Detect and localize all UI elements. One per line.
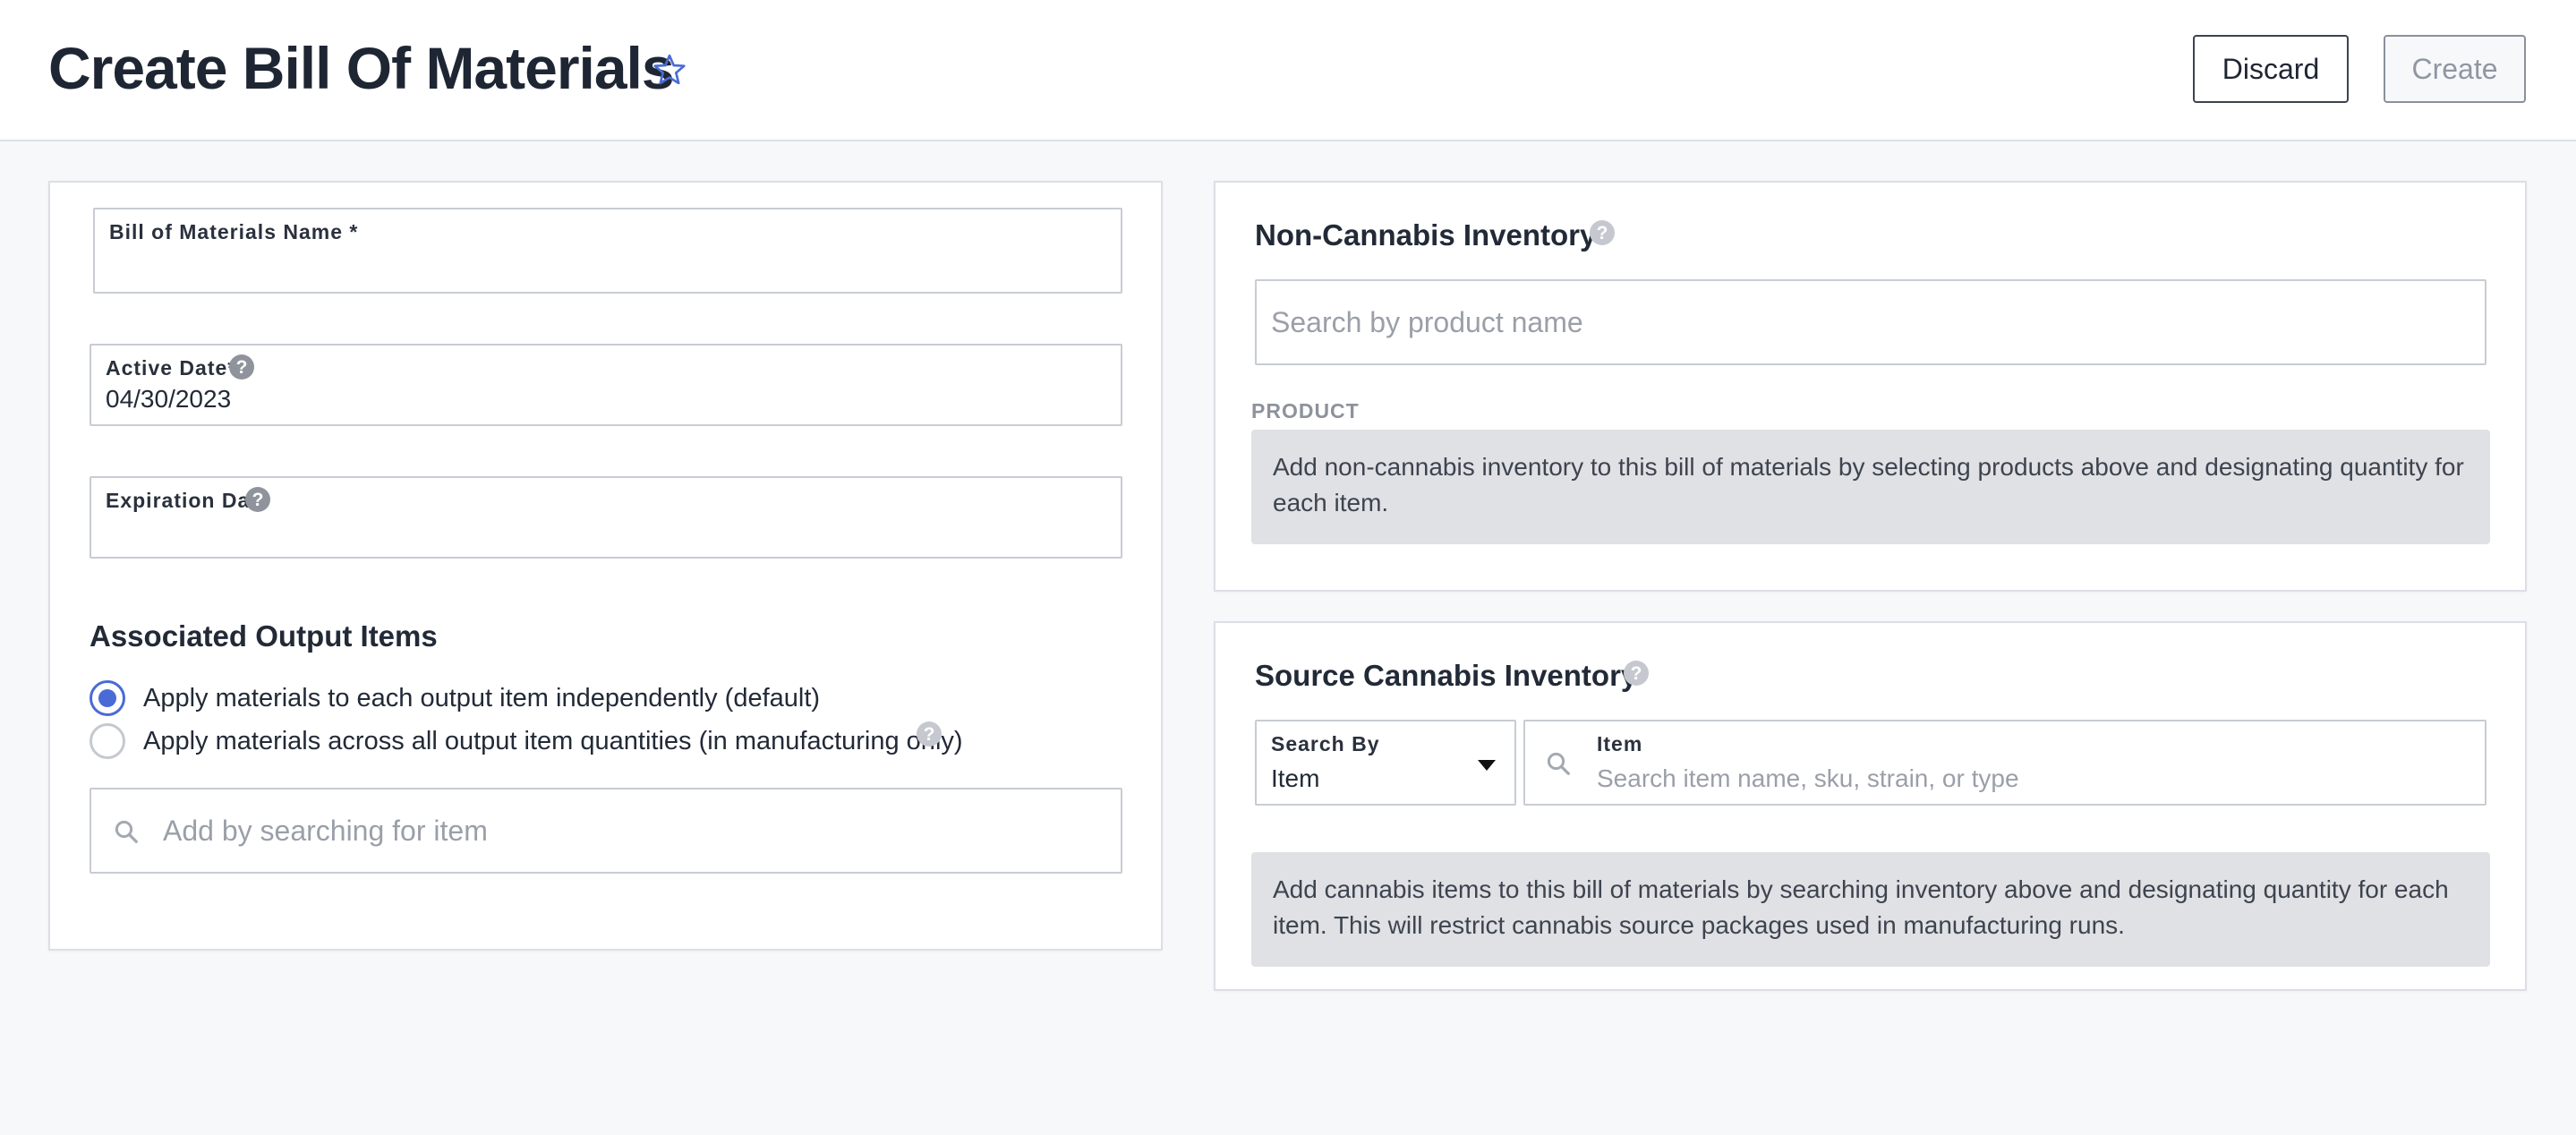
product-search-placeholder: Search by product name [1271, 306, 1583, 338]
active-date-label: Active Date* [106, 356, 237, 380]
page-title: Create Bill Of Materials [48, 35, 675, 101]
help-icon[interactable]: ? [245, 487, 270, 512]
help-icon[interactable]: ? [1590, 220, 1615, 245]
search-by-select[interactable]: Search By Item [1255, 720, 1516, 806]
help-icon[interactable]: ? [229, 354, 254, 380]
help-icon[interactable]: ? [917, 721, 942, 747]
bom-name-field[interactable]: Bill of Materials Name * [93, 208, 1122, 294]
caret-down-icon [1478, 760, 1496, 771]
source-cannabis-empty-message: Add cannabis items to this bill of mater… [1251, 852, 2490, 967]
non-cannabis-title: Non-Cannabis Inventory [1255, 218, 1597, 252]
item-search-placeholder: Search item name, sku, strain, or type [1597, 764, 2019, 792]
item-field-label: Item [1597, 732, 1643, 755]
radio-apply-across-all[interactable] [90, 723, 125, 759]
radio-apply-independently-label[interactable]: Apply materials to each output item inde… [143, 684, 820, 713]
search-by-value: Item [1271, 764, 1320, 792]
output-item-search-placeholder: Add by searching for item [163, 815, 488, 847]
bom-name-label: Bill of Materials Name * [109, 220, 359, 243]
non-cannabis-inventory-card: Non-Cannabis Inventory ? Search by produ… [1214, 181, 2527, 592]
search-icon [1547, 752, 1570, 775]
radio-apply-across-all-label[interactable]: Apply materials across all output item q… [143, 727, 963, 756]
active-date-field[interactable]: Active Date* ? 04/30/2023 [90, 344, 1122, 426]
product-column-header: PRODUCT [1251, 399, 1360, 422]
search-icon [115, 820, 138, 843]
source-cannabis-inventory-card: Source Cannabis Inventory ? Search By It… [1214, 621, 2527, 991]
create-button[interactable]: Create [2384, 35, 2526, 103]
star-icon[interactable] [652, 52, 687, 88]
bom-details-card: Bill of Materials Name * Active Date* ? … [48, 181, 1163, 951]
output-items-title: Associated Output Items [90, 619, 438, 653]
discard-button[interactable]: Discard [2193, 35, 2349, 103]
output-item-search-input[interactable]: Add by searching for item [90, 788, 1122, 874]
help-icon[interactable]: ? [1624, 661, 1649, 686]
search-by-label: Search By [1271, 732, 1380, 755]
product-search-input[interactable]: Search by product name [1255, 279, 2486, 365]
item-search-input[interactable]: Item Search item name, sku, strain, or t… [1523, 720, 2486, 806]
radio-apply-independently[interactable] [90, 680, 125, 716]
active-date-value: 04/30/2023 [106, 385, 232, 413]
page-header: Create Bill Of Materials Discard Create [0, 0, 2576, 141]
expiration-date-field[interactable]: Expiration Date ? [90, 476, 1122, 559]
non-cannabis-empty-message: Add non-cannabis inventory to this bill … [1251, 430, 2490, 544]
source-cannabis-title: Source Cannabis Inventory [1255, 659, 1638, 692]
